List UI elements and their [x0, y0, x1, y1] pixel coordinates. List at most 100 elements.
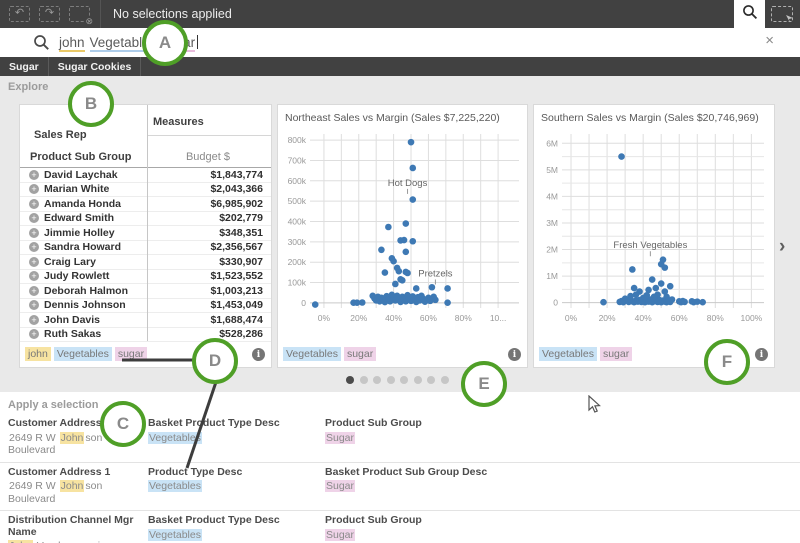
selections-tool-icon[interactable] — [771, 6, 793, 22]
chevron-right-icon[interactable]: › — [779, 236, 785, 258]
selection-cell[interactable]: Distribution Channel Mgr NameJohn Vandec… — [8, 515, 148, 543]
expand-icon[interactable]: + — [29, 199, 39, 209]
budget-value: $202,779 — [151, 212, 271, 224]
top-toolbar: ↶ ↷ ⊗ No selections applied — [0, 0, 800, 28]
sales-rep-name: Dennis Johnson — [44, 299, 151, 311]
annotation-circle-c: C — [100, 401, 146, 447]
svg-text:2M: 2M — [546, 245, 558, 255]
table-row[interactable]: +Deborah Halmon$1,003,213 — [20, 284, 271, 299]
sales-rep-name: Judy Rowlett — [44, 270, 151, 282]
budget-value: $1,453,049 — [151, 299, 271, 311]
svg-text:20%: 20% — [350, 313, 367, 323]
search-bar: johnVegetablessugar × — [0, 28, 800, 57]
selection-cell[interactable]: Product Type DescVegetables — [148, 467, 325, 506]
info-icon[interactable]: i — [252, 348, 265, 361]
clear-selections-icon[interactable]: ⊗ — [69, 6, 90, 22]
result-card-table[interactable]: Sales Rep Measures Product Sub Group Bud… — [19, 104, 272, 368]
chart-title: Northeast Sales vs Margin (Sales $7,225,… — [285, 112, 500, 124]
table-row[interactable]: +Sandra Howard$2,356,567 — [20, 241, 271, 256]
selection-cell[interactable]: Customer Address 12649 R W Johnson Boule… — [8, 467, 148, 506]
selection-cell[interactable]: Basket Product Sub Group DescSugar — [325, 467, 800, 506]
pagination-dot[interactable] — [427, 376, 435, 384]
pagination-dot-active[interactable] — [346, 376, 354, 384]
expand-icon[interactable]: + — [29, 170, 39, 180]
selection-cell[interactable]: Basket Product Type DescVegetables — [148, 515, 325, 543]
search-token-john: john — [59, 35, 85, 52]
table-row[interactable]: +John Davis$1,688,474 — [20, 313, 271, 328]
close-icon[interactable]: × — [765, 33, 774, 48]
budget-value: $1,688,474 — [151, 314, 271, 326]
svg-text:Fresh Vegetables: Fresh Vegetables — [613, 240, 687, 251]
result-card-northeast-scatter[interactable]: Northeast Sales vs Margin (Sales $7,225,… — [277, 104, 528, 368]
sales-rep-name: Sandra Howard — [44, 241, 151, 253]
sales-rep-name: Deborah Halmon — [44, 285, 151, 297]
annotation-circle-b: B — [68, 81, 114, 127]
info-icon[interactable]: i — [508, 348, 521, 361]
term-tag-sugar: sugar — [600, 347, 632, 361]
term-tag-vegetables: Vegetables — [539, 347, 597, 361]
result-card-southern-scatter[interactable]: Southern Sales vs Margin (Sales $20,746,… — [533, 104, 775, 368]
expand-icon[interactable]: + — [29, 257, 39, 267]
svg-text:300k: 300k — [288, 237, 307, 247]
pagination-dot[interactable] — [373, 376, 381, 384]
table-row[interactable]: +David Laychak$1,843,774 — [20, 168, 271, 183]
budget-value: $6,985,902 — [151, 198, 271, 210]
field-name: Product Type Desc — [148, 467, 325, 479]
table-row[interactable]: +Edward Smith$202,779 — [20, 212, 271, 227]
table-row[interactable]: +Marian White$2,043,366 — [20, 183, 271, 198]
pagination-dot[interactable] — [400, 376, 408, 384]
expand-icon[interactable]: + — [29, 184, 39, 194]
pagination-dot[interactable] — [360, 376, 368, 384]
budget-value: $2,043,366 — [151, 183, 271, 195]
table-row[interactable]: + Amanda Honda$6,985,902 — [20, 197, 271, 212]
selection-cell[interactable]: Product Sub GroupSugar — [325, 515, 800, 543]
header-divider — [147, 135, 271, 136]
expand-icon[interactable]: + — [29, 213, 39, 223]
tab-sugar[interactable]: Sugar — [0, 57, 49, 76]
southern-scatter-plot: 01M2M3M4M5M6M0%20%40%60%80%100%Fresh Veg… — [536, 128, 772, 328]
value-text: 2649 R W — [8, 480, 60, 492]
selection-cell[interactable]: Product Sub GroupSugar — [325, 418, 800, 457]
svg-text:4M: 4M — [546, 191, 558, 201]
svg-text:800k: 800k — [288, 135, 307, 145]
field-value: Sugar — [325, 480, 800, 493]
apply-heading: Apply a selection — [8, 399, 98, 411]
table-row[interactable]: +Ruth Sakas$528,286 — [20, 328, 271, 343]
chart-title: Southern Sales vs Margin (Sales $20,746,… — [541, 112, 759, 124]
table-row[interactable]: +Judy Rowlett$1,523,552 — [20, 270, 271, 285]
expand-icon[interactable]: + — [29, 300, 39, 310]
term-tag-vegetables: Vegetables — [283, 347, 341, 361]
smart-search-button[interactable] — [734, 0, 765, 28]
svg-text:80%: 80% — [455, 313, 472, 323]
expand-icon[interactable]: + — [29, 286, 39, 296]
step-back-icon[interactable]: ↶ — [9, 6, 30, 22]
tab-sugar-cookies[interactable]: Sugar Cookies — [49, 57, 142, 76]
table-row[interactable]: +Jimmie Holley$348,351 — [20, 226, 271, 241]
term-tag-sugar: sugar — [344, 347, 376, 361]
expand-icon[interactable]: + — [29, 271, 39, 281]
step-forward-icon[interactable]: ↷ — [39, 6, 60, 22]
selection-cell[interactable]: Basket Product Type DescVegetables — [148, 418, 325, 457]
table-dim-subheader: Product Sub Group — [30, 151, 131, 163]
info-icon[interactable]: i — [755, 348, 768, 361]
svg-text:80%: 80% — [707, 313, 724, 323]
field-name: Distribution Channel Mgr Name — [8, 515, 148, 538]
svg-text:10...: 10... — [490, 313, 507, 323]
pagination-dot[interactable] — [414, 376, 422, 384]
sales-rep-name: Amanda Honda — [44, 198, 151, 210]
pagination-dot[interactable] — [441, 376, 449, 384]
pagination-dot[interactable] — [387, 376, 395, 384]
pagination-dots — [346, 376, 454, 384]
selection-row[interactable]: Distribution Channel Mgr NameJohn Vandec… — [0, 511, 800, 543]
table-row[interactable]: + Dennis Johnson$1,453,049 — [20, 299, 271, 314]
field-value: Sugar — [325, 432, 800, 445]
selection-row[interactable]: Customer Address 12649 R W Johnson Boule… — [0, 463, 800, 512]
table-row[interactable]: +Craig Lary$330,907 — [20, 255, 271, 270]
highlighted-term: Sugar — [325, 432, 355, 444]
expand-icon[interactable]: + — [29, 228, 39, 238]
svg-text:3M: 3M — [546, 218, 558, 228]
expand-icon[interactable]: + — [29, 242, 39, 252]
expand-icon[interactable]: + — [29, 329, 39, 339]
expand-icon[interactable]: + — [29, 315, 39, 325]
svg-text:40%: 40% — [635, 313, 652, 323]
